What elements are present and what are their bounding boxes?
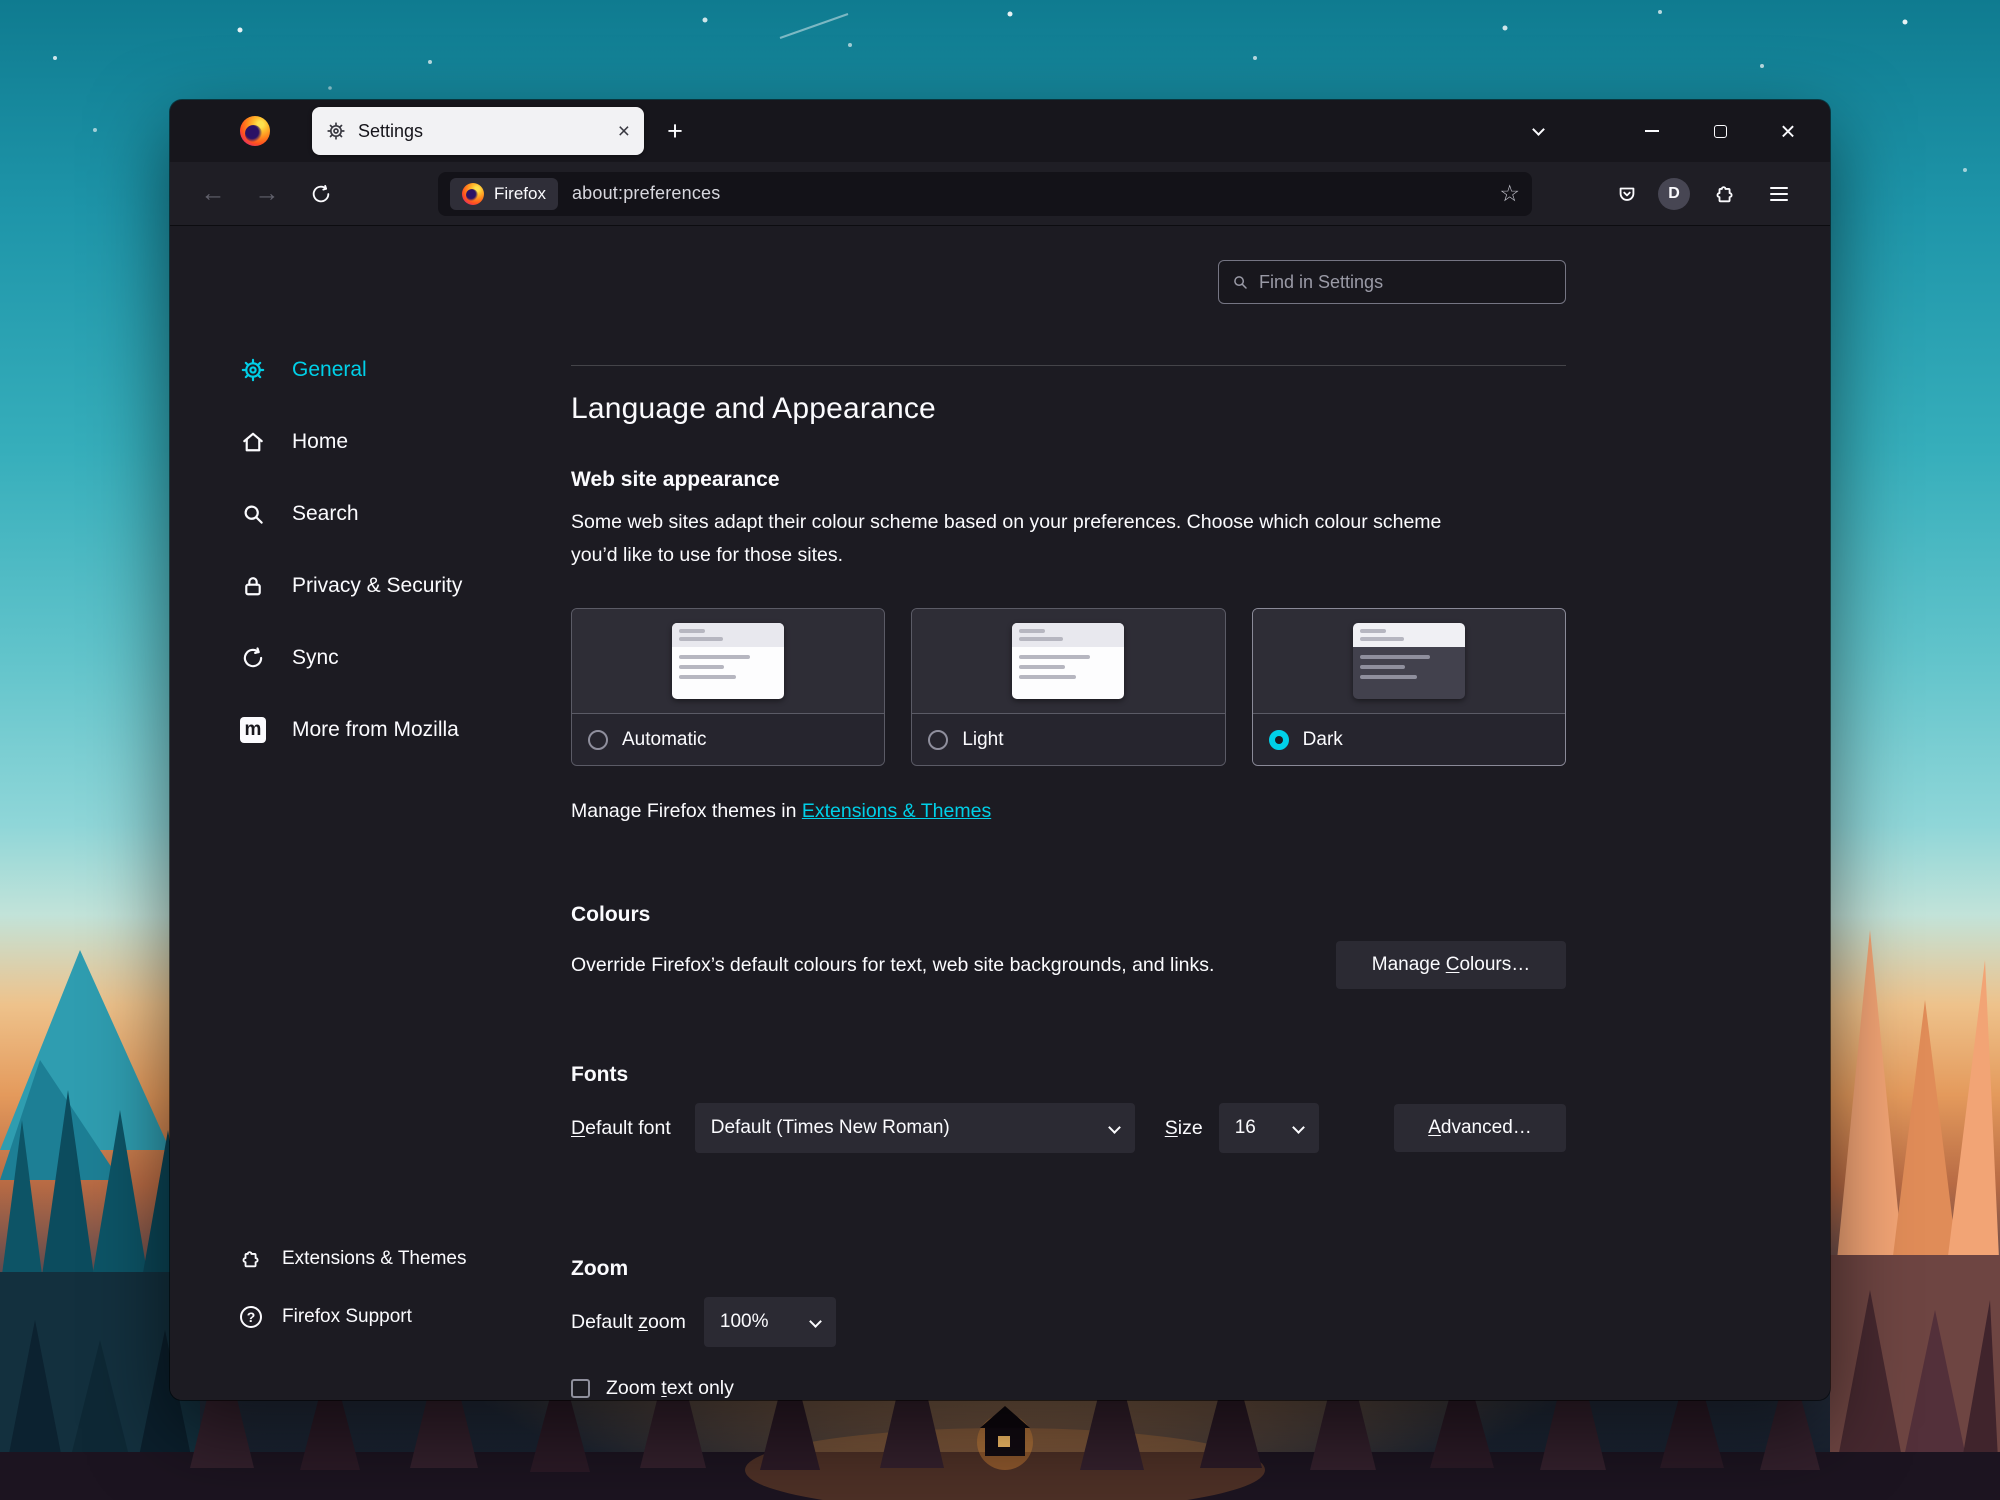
minimize-button[interactable] xyxy=(1626,109,1678,153)
manage-themes-text: Manage Firefox themes in Extensions & Th… xyxy=(571,800,1566,823)
tab-title: Settings xyxy=(358,121,423,142)
sidebar-item-extensions-themes[interactable]: Extensions & Themes xyxy=(240,1230,466,1288)
font-size-select[interactable]: 16 xyxy=(1219,1103,1319,1153)
menu-button[interactable] xyxy=(1756,172,1802,216)
language-appearance-section: Language and Appearance Web site appeara… xyxy=(571,226,1566,1400)
appearance-option-dark[interactable]: Dark xyxy=(1252,608,1566,766)
advanced-fonts-button[interactable]: Advanced… xyxy=(1394,1104,1566,1152)
close-tab-icon[interactable]: × xyxy=(618,121,630,142)
bookmark-star-icon[interactable]: ☆ xyxy=(1499,182,1520,205)
default-zoom-select[interactable]: 100% xyxy=(704,1297,836,1347)
appearance-options: Automatic Light xyxy=(571,608,1566,766)
puzzle-icon xyxy=(240,1248,262,1270)
sidebar-item-general[interactable]: General xyxy=(240,334,462,406)
page-title: Language and Appearance xyxy=(571,392,1566,426)
tab-settings[interactable]: Settings × xyxy=(312,107,644,155)
sidebar-item-sync[interactable]: Sync xyxy=(240,622,462,694)
url-bar[interactable]: Firefox about:preferences ☆ xyxy=(438,172,1532,216)
firefox-view-button[interactable] xyxy=(234,110,276,152)
pocket-icon[interactable] xyxy=(1604,172,1650,216)
theme-preview-dark xyxy=(1353,623,1465,699)
firefox-logo-icon xyxy=(462,183,484,205)
colours-heading: Colours xyxy=(571,903,1566,927)
tab-bar: Settings × + × xyxy=(170,100,1830,162)
size-label: Size xyxy=(1165,1117,1203,1140)
search-icon xyxy=(240,501,266,527)
gear-icon xyxy=(240,357,266,383)
zoom-heading: Zoom xyxy=(571,1257,1566,1281)
manage-colours-button[interactable]: Manage Colours… xyxy=(1336,941,1566,989)
sync-icon xyxy=(240,645,266,671)
url-text: about:preferences xyxy=(572,183,721,204)
default-zoom-label: Default zoom xyxy=(571,1311,686,1334)
question-icon: ? xyxy=(240,1306,262,1328)
chevron-down-icon xyxy=(809,1315,822,1328)
reload-icon xyxy=(310,183,332,205)
sidebar-item-home[interactable]: Home xyxy=(240,406,462,478)
default-font-label: Default font xyxy=(571,1117,671,1140)
appearance-option-automatic[interactable]: Automatic xyxy=(571,608,885,766)
appearance-option-light[interactable]: Light xyxy=(911,608,1225,766)
radio-light[interactable] xyxy=(928,730,948,750)
radio-automatic[interactable] xyxy=(588,730,608,750)
default-font-select[interactable]: Default (Times New Roman) xyxy=(695,1103,1135,1153)
new-tab-button[interactable]: + xyxy=(654,110,696,152)
extensions-themes-link[interactable]: Extensions & Themes xyxy=(802,800,991,822)
forward-button[interactable]: → xyxy=(244,172,290,216)
sidebar-item-firefox-support[interactable]: ? Firefox Support xyxy=(240,1288,466,1346)
lock-icon xyxy=(240,573,266,599)
theme-preview-light xyxy=(1012,623,1124,699)
gear-icon xyxy=(326,121,346,141)
maximize-button[interactable] xyxy=(1694,109,1746,153)
home-icon xyxy=(240,429,266,455)
radio-dark[interactable] xyxy=(1269,730,1289,750)
section-divider xyxy=(571,365,1566,366)
website-appearance-description: Some web sites adapt their colour scheme… xyxy=(571,506,1476,572)
sidebar-footer: Extensions & Themes ? Firefox Support xyxy=(240,1230,466,1346)
site-identity-chip[interactable]: Firefox xyxy=(450,178,558,210)
mozilla-icon: m xyxy=(240,717,266,743)
identity-label: Firefox xyxy=(494,184,546,204)
settings-sidebar: General Home Search Privacy & Security xyxy=(240,334,462,766)
sidebar-item-privacy-security[interactable]: Privacy & Security xyxy=(240,550,462,622)
website-appearance-heading: Web site appearance xyxy=(571,468,1566,492)
zoom-text-only-label: Zoom text only xyxy=(606,1377,734,1400)
fonts-heading: Fonts xyxy=(571,1063,1566,1087)
firefox-logo-icon xyxy=(240,116,270,146)
theme-preview-automatic xyxy=(672,623,784,699)
settings-page: General Home Search Privacy & Security xyxy=(170,226,1830,1400)
colours-description: Override Firefox’s default colours for t… xyxy=(571,954,1214,977)
reload-button[interactable] xyxy=(298,172,344,216)
close-window-button[interactable]: × xyxy=(1762,109,1814,153)
back-button[interactable]: ← xyxy=(190,172,236,216)
tab-list-chevron-icon[interactable] xyxy=(1518,111,1558,151)
zoom-text-only-checkbox[interactable] xyxy=(571,1379,590,1398)
navigation-toolbar: ← → Firefox about:preferences ☆ D xyxy=(170,162,1830,226)
sidebar-item-more-from-mozilla[interactable]: m More from Mozilla xyxy=(240,694,462,766)
browser-window: Settings × + × ← → Firefox about:prefere… xyxy=(170,100,1830,1400)
chevron-down-icon xyxy=(1108,1121,1121,1134)
profile-avatar[interactable]: D xyxy=(1658,178,1690,210)
sidebar-item-search[interactable]: Search xyxy=(240,478,462,550)
chevron-down-icon xyxy=(1292,1121,1305,1134)
extensions-icon[interactable] xyxy=(1702,172,1748,216)
